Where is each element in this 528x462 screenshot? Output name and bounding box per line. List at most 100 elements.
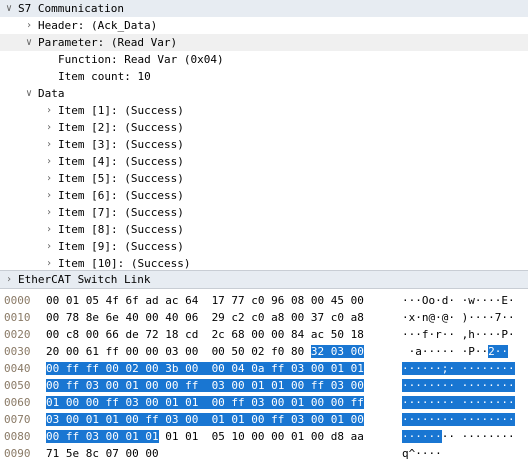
hex-bytes[interactable]: 01 00 00 ff 03 00 01 01 00 ff 03 00 01 0…	[46, 394, 364, 411]
collapse-arrow-icon[interactable]: ∨	[24, 85, 34, 102]
tree-row[interactable]: › Item [4]: (Success)	[0, 153, 528, 170]
expand-arrow-icon[interactable]: ›	[44, 187, 54, 204]
hex-bytes-plain: 71 5e 8c 07 00 00	[46, 447, 159, 460]
hex-offset: 0060	[4, 396, 31, 409]
hex-bytes-selected: 32 03 00	[310, 345, 364, 358]
collapse-arrow-icon[interactable]: ∨	[4, 0, 14, 17]
tree-row[interactable]: › Item [8]: (Success)	[0, 221, 528, 238]
hex-row[interactable]: 0090 71 5e 8c 07 00 00 q^····	[0, 445, 528, 462]
tree-section-ethercat[interactable]: › EtherCAT Switch Link	[0, 270, 528, 289]
ascii-selected: ······	[402, 430, 442, 443]
expand-arrow-icon[interactable]: ›	[44, 136, 54, 153]
hex-offset: 0030	[4, 345, 31, 358]
ascii-plain: ·a····· ·P··	[402, 345, 489, 358]
tree-row-label: Item [2]: (Success)	[58, 121, 184, 134]
expand-arrow-icon[interactable]: ›	[44, 119, 54, 136]
hex-ascii[interactable]: q^····	[402, 445, 442, 462]
ascii-plain: ···f·r·· ,h····P·	[402, 328, 515, 341]
ascii-plain: ·x·n@·@· )····7··	[402, 311, 515, 324]
collapse-arrow-icon[interactable]: ∨	[24, 34, 34, 51]
tree-row[interactable]: › Item [7]: (Success)	[0, 204, 528, 221]
tree-row[interactable]: › Item [6]: (Success)	[0, 187, 528, 204]
hex-bytes[interactable]: 00 78 8e 6e 40 00 40 06 29 c2 c0 a8 00 3…	[46, 309, 364, 326]
tree-row-label: Item [8]: (Success)	[58, 223, 184, 236]
tree-row[interactable]: › Item [3]: (Success)	[0, 136, 528, 153]
hex-row[interactable]: 0070 03 00 01 01 00 ff 03 00 01 01 00 ff …	[0, 411, 528, 428]
expand-arrow-icon[interactable]: ›	[44, 221, 54, 238]
hex-bytes-selected: 01 00 00 ff 03 00 01 01 00 ff 03 00 01 0…	[46, 396, 364, 409]
hex-offset: 0020	[4, 328, 31, 341]
tree-row[interactable]: ∨ Parameter: (Read Var)	[0, 34, 528, 51]
hex-bytes[interactable]: 00 ff ff 00 02 00 3b 00 00 04 0a ff 03 0…	[46, 360, 364, 377]
hex-bytes-plain: 00 01 05 4f 6f ad ac 64 17 77 c0 96 08 0…	[46, 294, 364, 307]
tree-row[interactable]: › Item [9]: (Success)	[0, 238, 528, 255]
hex-row[interactable]: 0040 00 ff ff 00 02 00 3b 00 00 04 0a ff …	[0, 360, 528, 377]
hex-ascii[interactable]: ········ ········	[402, 411, 515, 428]
hex-ascii[interactable]: ·a····· ·P··2··	[402, 343, 508, 360]
expand-arrow-icon[interactable]: ›	[4, 271, 14, 288]
ascii-selected: ········ ········	[402, 396, 515, 409]
expand-arrow-icon[interactable]: ›	[44, 102, 54, 119]
hex-offset: 0010	[4, 311, 31, 324]
tree-row-label: Function: Read Var (0x04)	[58, 53, 224, 66]
expand-arrow-icon[interactable]: ›	[24, 17, 34, 34]
hex-bytes[interactable]: 00 ff 03 00 01 01 01 01 05 10 00 00 01 0…	[46, 428, 364, 445]
tree-row[interactable]: › Item [1]: (Success)	[0, 102, 528, 119]
tree-row[interactable]: › Header: (Ack_Data)	[0, 17, 528, 34]
expand-arrow-icon[interactable]: ›	[44, 238, 54, 255]
expand-arrow-icon[interactable]: ›	[44, 170, 54, 187]
tree-row-label: Item [1]: (Success)	[58, 104, 184, 117]
hex-bytes[interactable]: 71 5e 8c 07 00 00	[46, 445, 159, 462]
tree-row-label: Parameter: (Read Var)	[38, 36, 178, 49]
hex-ascii[interactable]: ···f·r·· ,h····P·	[402, 326, 515, 343]
hex-offset: 0080	[4, 430, 31, 443]
ascii-plain: ·· ········	[441, 430, 515, 443]
tree-row-label: S7 Communication	[18, 2, 124, 15]
hex-bytes-plain: 20 00 61 ff 00 00 03 00 00 50 02 f0 80	[46, 345, 311, 358]
tree-row-label: Header: (Ack_Data)	[38, 19, 158, 32]
hex-ascii[interactable]: ········ ········	[402, 394, 515, 411]
tree-row[interactable]: ∨ Data	[0, 85, 528, 102]
hex-bytes-plain: 00 c8 00 66 de 72 18 cd 2c 68 00 00 84 a…	[46, 328, 364, 341]
ascii-selected: ······;· ········	[402, 362, 515, 375]
hex-ascii[interactable]: ······;· ········	[402, 360, 515, 377]
hex-bytes-selected: 03 00 01 01 00 ff 03 00 01 01 00 ff 03 0…	[46, 413, 364, 426]
hex-bytes[interactable]: 00 c8 00 66 de 72 18 cd 2c 68 00 00 84 a…	[46, 326, 364, 343]
hex-bytes-plain: 01 01 05 10 00 00 01 00 d8 aa	[158, 430, 364, 443]
hex-ascii[interactable]: ········ ········	[402, 377, 515, 394]
expand-arrow-icon[interactable]: ›	[44, 204, 54, 221]
hex-row[interactable]: 0060 01 00 00 ff 03 00 01 01 00 ff 03 00 …	[0, 394, 528, 411]
tree-row-label: Item [7]: (Success)	[58, 206, 184, 219]
tree-row[interactable]: › Item [5]: (Success)	[0, 170, 528, 187]
hex-offset: 0070	[4, 413, 31, 426]
hex-offset: 0050	[4, 379, 31, 392]
hex-row[interactable]: 0050 00 ff 03 00 01 00 00 ff 03 00 01 01 …	[0, 377, 528, 394]
hex-offset: 0040	[4, 362, 31, 375]
hex-row[interactable]: 0020 00 c8 00 66 de 72 18 cd 2c 68 00 00 …	[0, 326, 528, 343]
hex-row[interactable]: 0030 20 00 61 ff 00 00 03 00 00 50 02 f0 …	[0, 343, 528, 360]
hex-ascii[interactable]: ·x·n@·@· )····7··	[402, 309, 515, 326]
hex-bytes-plain: 00 78 8e 6e 40 00 40 06 29 c2 c0 a8 00 3…	[46, 311, 364, 324]
tree-row[interactable]: ∨ S7 Communication	[0, 0, 528, 17]
tree-row[interactable]: Function: Read Var (0x04)	[0, 51, 528, 68]
hex-row[interactable]: 0010 00 78 8e 6e 40 00 40 06 29 c2 c0 a8 …	[0, 309, 528, 326]
hex-bytes-selected: 00 ff 03 00 01 01	[46, 430, 159, 443]
hex-row[interactable]: 0080 00 ff 03 00 01 01 01 01 05 10 00 00 …	[0, 428, 528, 445]
expand-arrow-icon[interactable]: ›	[44, 153, 54, 170]
tree-row[interactable]: Item count: 10	[0, 68, 528, 85]
hex-dump-pane: 0000 00 01 05 4f 6f ad ac 64 17 77 c0 96 …	[0, 292, 528, 460]
hex-ascii[interactable]: ···Oo·d· ·w····E·	[402, 292, 515, 309]
hex-row[interactable]: 0000 00 01 05 4f 6f ad ac 64 17 77 c0 96 …	[0, 292, 528, 309]
hex-bytes[interactable]: 20 00 61 ff 00 00 03 00 00 50 02 f0 80 3…	[46, 343, 364, 360]
ascii-selected: ········ ········	[402, 379, 515, 392]
hex-bytes[interactable]: 00 ff 03 00 01 00 00 ff 03 00 01 01 00 f…	[46, 377, 364, 394]
hex-ascii[interactable]: ········ ········	[402, 428, 515, 445]
ascii-selected: 2··	[488, 345, 508, 358]
tree-row[interactable]: › Item [2]: (Success)	[0, 119, 528, 136]
hex-bytes-selected: 00 ff 03 00 01 00 00 ff 03 00 01 01 00 f…	[46, 379, 364, 392]
hex-bytes[interactable]: 00 01 05 4f 6f ad ac 64 17 77 c0 96 08 0…	[46, 292, 364, 309]
tree-row-label: Item [5]: (Success)	[58, 172, 184, 185]
hex-bytes[interactable]: 03 00 01 01 00 ff 03 00 01 01 00 ff 03 0…	[46, 411, 364, 428]
ascii-selected: ········ ········	[402, 413, 515, 426]
packet-details-tree: ∨ S7 Communication › Header: (Ack_Data) ∨ Par…	[0, 0, 528, 270]
